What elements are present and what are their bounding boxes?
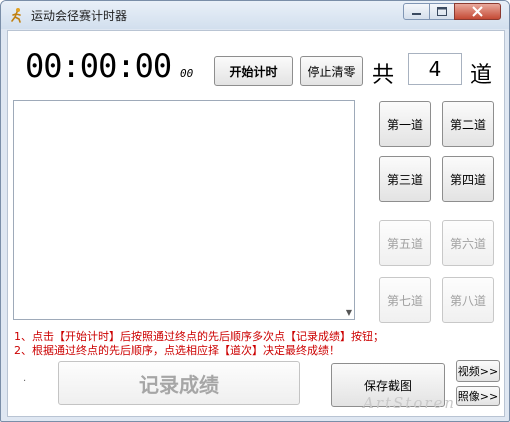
runner-icon — [11, 8, 21, 23]
lane-8-button[interactable]: 第八道 — [442, 277, 494, 323]
window-title: 运动会径赛计时器 — [31, 9, 128, 23]
minimize-icon — [412, 13, 421, 15]
start-timing-button[interactable]: 开始计时 — [214, 56, 293, 86]
photo-button[interactable]: 照像>> — [456, 386, 500, 406]
stop-reset-button[interactable]: 停止清零 — [300, 56, 363, 86]
lane-7-button[interactable]: 第七道 — [379, 277, 431, 323]
maximize-button[interactable] — [429, 3, 455, 20]
video-button[interactable]: 视频>> — [456, 360, 500, 382]
lane-count-prefix: 共 — [372, 63, 395, 88]
minimize-button[interactable] — [403, 3, 430, 20]
watermark: ArtStoren — [363, 394, 457, 412]
title-bar[interactable]: 运动会径赛计时器 — [1, 1, 509, 29]
divider-dot: · — [23, 376, 27, 387]
close-button[interactable] — [454, 3, 501, 20]
lane-5-button[interactable]: 第五道 — [379, 220, 431, 266]
timer-fraction: 00 — [180, 67, 194, 80]
main-panel: 00:00:00 00 开始计时 停止清零 共 4 道 ▼ 第一道 第二道 第三… — [7, 30, 505, 417]
close-icon — [472, 6, 483, 17]
lane-count-suffix: 道 — [470, 63, 493, 88]
lane-count-input[interactable]: 4 — [408, 53, 462, 85]
maximize-icon — [437, 7, 447, 16]
hint-line-2: 2、根据通过终点的先后顺序，点选相应择【道次】决定最终成绩！ — [14, 344, 340, 357]
results-log[interactable]: ▼ — [13, 100, 355, 320]
lane-6-button[interactable]: 第六道 — [442, 220, 494, 266]
timer-display: 00:00:00 — [25, 47, 172, 85]
app-window: 运动会径赛计时器 00:00:00 00 开始计时 停止清零 共 4 道 ▼ 第… — [0, 0, 510, 422]
record-result-button[interactable]: 记录成绩 — [58, 361, 300, 405]
scroll-down-icon[interactable]: ▼ — [346, 308, 352, 317]
lane-3-button[interactable]: 第三道 — [379, 156, 431, 202]
lane-4-button[interactable]: 第四道 — [442, 156, 494, 202]
lane-2-button[interactable]: 第二道 — [442, 101, 494, 147]
lane-1-button[interactable]: 第一道 — [379, 101, 431, 147]
